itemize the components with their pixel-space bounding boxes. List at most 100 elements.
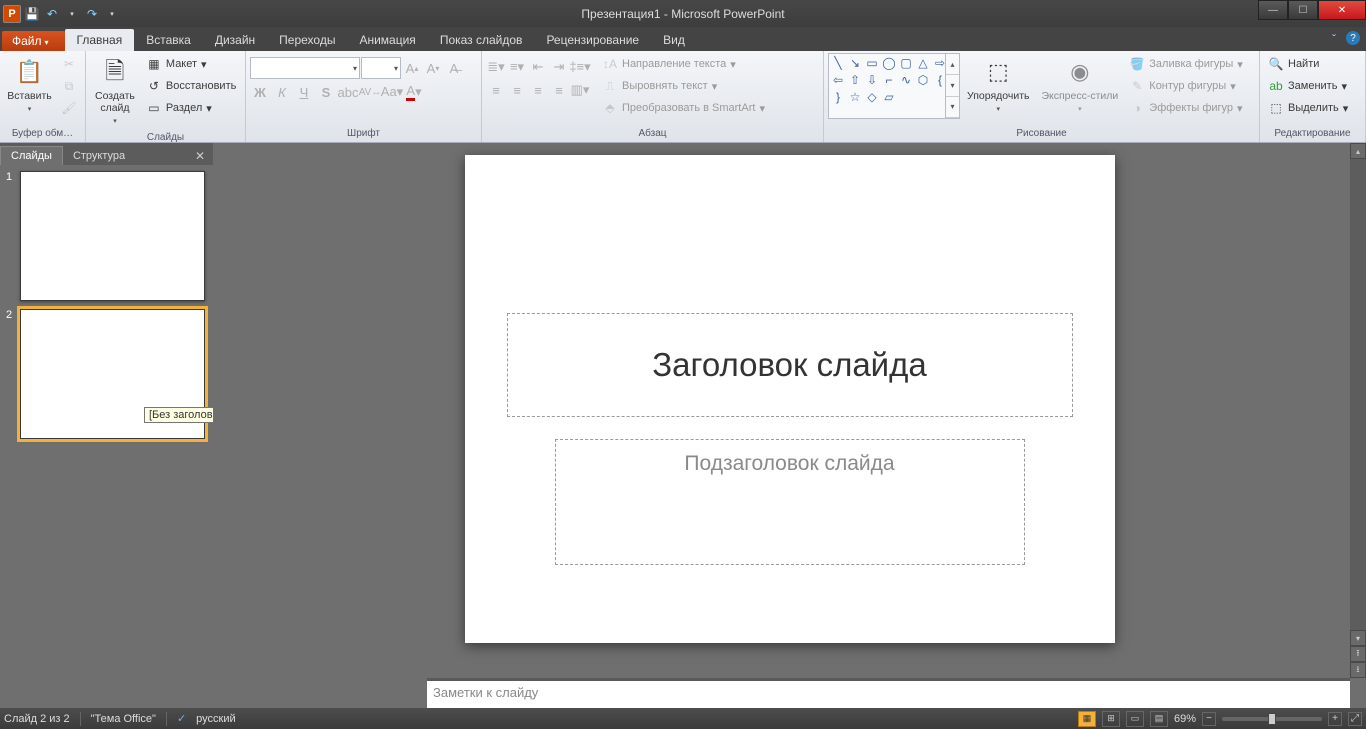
slide-thumb-1[interactable]: 1	[6, 171, 207, 301]
help-icon[interactable]: ?	[1346, 31, 1360, 45]
reset-button[interactable]: ↺Восстановить	[142, 75, 240, 97]
sorter-view-button[interactable]: ⊞	[1102, 711, 1120, 727]
minimize-button[interactable]: —	[1258, 0, 1288, 20]
shape-line-icon[interactable]: ╲	[831, 56, 845, 70]
slide-canvas[interactable]: Заголовок слайда Подзаголовок слайда	[465, 155, 1115, 643]
justify-button[interactable]: ≡	[549, 80, 569, 100]
close-button[interactable]: ✕	[1318, 0, 1366, 20]
tab-insert[interactable]: Вставка	[134, 29, 203, 51]
zoom-in-button[interactable]: +	[1328, 712, 1342, 726]
bold-button[interactable]: Ж	[250, 82, 270, 102]
normal-view-button[interactable]: ▦	[1078, 711, 1096, 727]
new-slide-button[interactable]: 🗎 Создать слайд ▾	[90, 53, 140, 131]
tab-transitions[interactable]: Переходы	[267, 29, 347, 51]
shape-line-arrow-icon[interactable]: ↘	[848, 56, 862, 70]
increase-indent-button[interactable]: ⇥	[549, 57, 569, 77]
vertical-scrollbar[interactable]: ▴ ▾ ⭱ ⭳	[1350, 143, 1366, 678]
arrange-button[interactable]: ⬚ Упорядочить ▾	[962, 53, 1034, 119]
replace-button[interactable]: abЗаменить ▾	[1264, 75, 1352, 97]
shape-action-icon[interactable]: ▱	[882, 90, 896, 104]
slideshow-view-button[interactable]: ▤	[1150, 711, 1168, 727]
slide-thumb-2[interactable]: 2 [Без заголовка]	[6, 309, 207, 439]
align-text-button[interactable]: ⎍Выровнять текст ▾	[598, 75, 769, 97]
shape-outline-button[interactable]: ✎Контур фигуры ▾	[1125, 75, 1247, 97]
select-button[interactable]: ⬚Выделить ▾	[1264, 97, 1352, 119]
find-button[interactable]: 🔍Найти	[1264, 53, 1352, 75]
zoom-slider[interactable]	[1222, 717, 1322, 721]
tab-home[interactable]: Главная	[65, 29, 135, 51]
bullets-button[interactable]: ≣▾	[486, 57, 506, 77]
align-center-button[interactable]: ≡	[507, 80, 527, 100]
convert-smartart-button[interactable]: ⬘Преобразовать в SmartArt ▾	[598, 97, 769, 119]
outline-tab[interactable]: Структура	[63, 147, 135, 165]
quick-styles-button[interactable]: ◉ Экспресс-стили ▾	[1036, 53, 1123, 119]
shape-star-icon[interactable]: ☆	[848, 90, 862, 104]
shape-curve-icon[interactable]: ∿	[899, 73, 913, 87]
tab-animations[interactable]: Анимация	[347, 29, 427, 51]
next-slide-icon[interactable]: ⭳	[1350, 662, 1366, 678]
save-icon[interactable]: 💾	[23, 5, 41, 23]
font-size-combo[interactable]	[361, 57, 401, 79]
numbering-button[interactable]: ≡▾	[507, 57, 527, 77]
font-color-button[interactable]: A▾	[404, 82, 424, 102]
char-spacing-button[interactable]: AV↔	[360, 82, 380, 102]
section-button[interactable]: ▭Раздел ▾	[142, 97, 240, 119]
undo-icon[interactable]: ↶	[43, 5, 61, 23]
reading-view-button[interactable]: ▭	[1126, 711, 1144, 727]
tab-design[interactable]: Дизайн	[203, 29, 267, 51]
shape-rect-icon[interactable]: ▭	[865, 56, 879, 70]
prev-slide-icon[interactable]: ⭱	[1350, 646, 1366, 662]
gallery-scroll-up[interactable]: ▴	[946, 54, 959, 75]
shape-effects-button[interactable]: ◑Эффекты фигур ▾	[1125, 97, 1247, 119]
align-left-button[interactable]: ≡	[486, 80, 506, 100]
cut-button[interactable]: ✂	[57, 53, 81, 75]
shape-rounded-icon[interactable]: ▢	[899, 56, 913, 70]
shape-fill-button[interactable]: 🪣Заливка фигуры ▾	[1125, 53, 1247, 75]
shape-arrow-u-icon[interactable]: ⇧	[848, 73, 862, 87]
shape-connector-icon[interactable]: ⌐	[882, 73, 896, 87]
shrink-font-button[interactable]: A▾	[423, 58, 443, 78]
file-tab[interactable]: Файл	[2, 31, 65, 51]
scroll-down-icon[interactable]: ▾	[1350, 630, 1366, 646]
qat-dropdown-icon[interactable]: ▾	[63, 5, 81, 23]
zoom-out-button[interactable]: −	[1202, 712, 1216, 726]
tab-view[interactable]: Вид	[651, 29, 697, 51]
align-right-button[interactable]: ≡	[528, 80, 548, 100]
fit-window-button[interactable]: ⤢	[1348, 712, 1362, 726]
shape-triangle-icon[interactable]: △	[916, 56, 930, 70]
redo-icon[interactable]: ↷	[83, 5, 101, 23]
subtitle-placeholder[interactable]: Подзаголовок слайда	[555, 439, 1025, 565]
shape-callout-icon[interactable]: ◇	[865, 90, 879, 104]
minimize-ribbon-icon[interactable]: ˇ	[1326, 31, 1342, 47]
zoom-level[interactable]: 69%	[1174, 713, 1196, 725]
shape-ellipse-icon[interactable]: ◯	[882, 56, 896, 70]
line-spacing-button[interactable]: ‡≡▾	[570, 57, 590, 77]
slides-tab[interactable]: Слайды	[0, 146, 63, 165]
notes-pane[interactable]: Заметки к слайду	[427, 678, 1350, 708]
shape-freeform-icon[interactable]: ⬡	[916, 73, 930, 87]
paste-button[interactable]: 📋 Вставить ▾	[4, 53, 55, 119]
shape-brace2-icon[interactable]: }	[831, 90, 845, 104]
shape-arrow-d-icon[interactable]: ⇩	[865, 73, 879, 87]
format-painter-button[interactable]: 🖌	[57, 97, 81, 119]
font-name-combo[interactable]	[250, 57, 360, 79]
layout-button[interactable]: ▦Макет ▾	[142, 53, 240, 75]
gallery-scroll-down[interactable]: ▾	[946, 75, 959, 96]
title-placeholder[interactable]: Заголовок слайда	[507, 313, 1073, 417]
decrease-indent-button[interactable]: ⇤	[528, 57, 548, 77]
underline-button[interactable]: Ч	[294, 82, 314, 102]
gallery-expand[interactable]: ▾	[946, 97, 959, 118]
shapes-gallery[interactable]: ╲ ↘ ▭ ◯ ▢ △ ⇨ ⇦ ⇧ ⇩ ⌐ ∿ ⬡ { } ☆ ◇ ▱ ▴	[828, 53, 960, 119]
shadow-button[interactable]: abc	[338, 82, 358, 102]
scroll-up-icon[interactable]: ▴	[1350, 143, 1366, 159]
italic-button[interactable]: К	[272, 82, 292, 102]
clear-format-button[interactable]: A̶	[444, 58, 464, 78]
spellcheck-icon[interactable]: ✓	[177, 712, 186, 725]
language-status[interactable]: русский	[196, 713, 235, 725]
panel-close-icon[interactable]: ✕	[187, 147, 213, 165]
text-direction-button[interactable]: ↕AНаправление текста ▾	[598, 53, 769, 75]
app-icon[interactable]: P	[3, 5, 21, 23]
zoom-handle[interactable]	[1268, 713, 1276, 725]
change-case-button[interactable]: Aa▾	[382, 82, 402, 102]
tab-slideshow[interactable]: Показ слайдов	[428, 29, 535, 51]
